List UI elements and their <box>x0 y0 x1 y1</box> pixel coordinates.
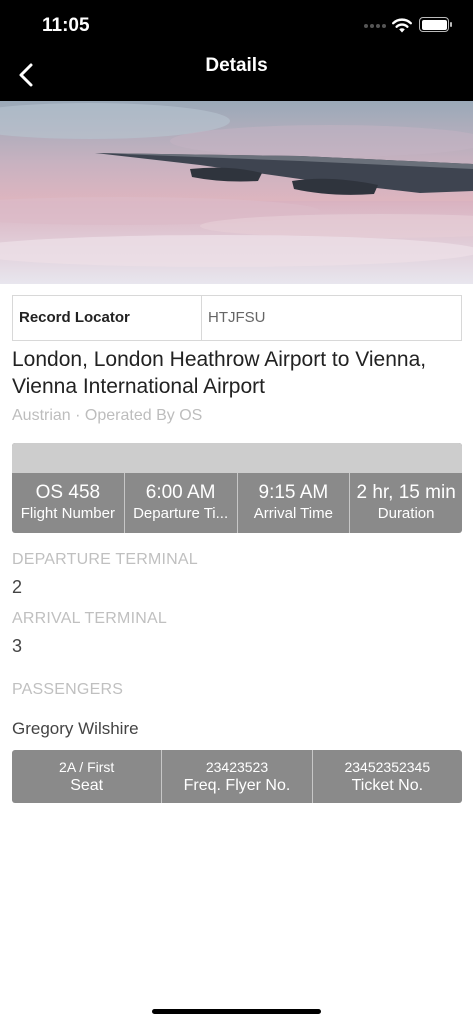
frequent-flyer-label: Freq. Flyer No. <box>183 777 291 794</box>
record-locator-label: Record Locator <box>13 296 202 340</box>
page-title: Details <box>205 55 268 76</box>
ticket-number-label: Ticket No. <box>351 777 424 794</box>
frequent-flyer-value: 23423523 <box>205 759 269 775</box>
airplane-wing-photo <box>0 101 473 284</box>
flight-number-stat: OS 458 Flight Number <box>12 473 125 533</box>
seat-label: Seat <box>70 777 104 794</box>
arrival-time-value: 9:15 AM <box>258 482 329 503</box>
cellular-signal-icon <box>364 24 386 28</box>
passenger-name: Gregory Wilshire <box>12 719 139 738</box>
flight-summary-header <box>12 443 462 473</box>
flight-number-label: Flight Number <box>20 505 115 522</box>
frequent-flyer-cell: 23423523 Freq. Flyer No. <box>162 750 313 803</box>
ticket-number-value: 23452352345 <box>344 759 431 775</box>
navigation-bar: Details <box>0 48 473 101</box>
arrival-terminal-label: ARRIVAL TERMINAL <box>12 610 167 627</box>
flight-number-value: OS 458 <box>35 482 101 503</box>
arrival-terminal-value: 3 <box>12 636 23 656</box>
seat-value: 2A / First <box>59 759 115 775</box>
arrival-time-stat: 9:15 AM Arrival Time <box>238 473 351 533</box>
duration-stat: 2 hr, 15 min Duration <box>350 473 462 533</box>
ticket-number-cell: 23452352345 Ticket No. <box>313 750 462 803</box>
record-locator-value: HTJFSU <box>208 309 266 326</box>
home-indicator[interactable] <box>152 1009 321 1014</box>
passenger-details-card: 2A / First Seat 23423523 Freq. Flyer No.… <box>12 750 462 803</box>
status-time: 11:05 <box>42 15 90 36</box>
record-locator-table: Record Locator HTJFSU <box>12 295 462 341</box>
passengers-label: PASSENGERS <box>12 681 124 698</box>
duration-value: 2 hr, 15 min <box>356 482 456 503</box>
arrival-time-label: Arrival Time <box>253 505 333 522</box>
status-bar: 11:05 <box>0 0 473 48</box>
departure-terminal-label: DEPARTURE TERMINAL <box>12 551 198 568</box>
wifi-icon <box>392 18 412 33</box>
departure-time-label: Departure Ti... <box>133 505 229 522</box>
airline-operator: Austrian · Operated By OS <box>12 407 203 424</box>
flight-summary-card: OS 458 Flight Number 6:00 AM Departure T… <box>12 443 462 533</box>
duration-label: Duration <box>377 505 435 522</box>
battery-icon <box>419 17 452 32</box>
departure-time-value: 6:00 AM <box>145 482 216 503</box>
departure-time-stat: 6:00 AM Departure Ti... <box>125 473 238 533</box>
route-title: London, London Heathrow Airport to Vienn… <box>12 348 427 398</box>
departure-terminal-value: 2 <box>12 577 23 597</box>
seat-cell: 2A / First Seat <box>12 750 163 803</box>
